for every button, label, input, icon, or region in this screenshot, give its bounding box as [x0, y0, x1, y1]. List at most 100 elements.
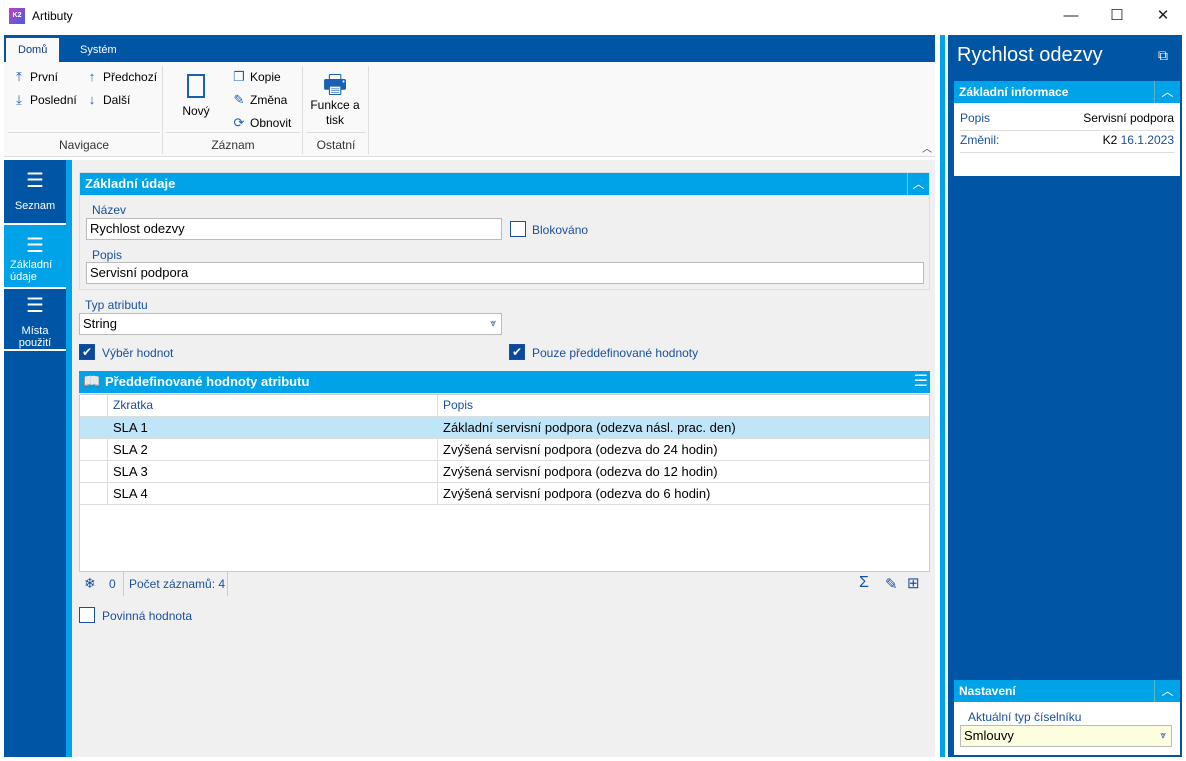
table-row[interactable]: SLA 1 Základní servisní podpora (odezva … — [80, 417, 929, 439]
minimize-button[interactable]: — — [1048, 0, 1094, 32]
grid-header-row: Zkratka Popis — [80, 395, 929, 417]
app-logo: K2 — [9, 8, 25, 24]
new-button[interactable]: Nový — [174, 70, 218, 118]
group-record-label: Záznam — [211, 138, 255, 152]
predefined-values-grid: Zkratka Popis SLA 1 Základní servisní po… — [79, 394, 930, 596]
group-other-label: Ostatní — [316, 138, 356, 152]
required-checkbox[interactable] — [79, 607, 95, 623]
sidebar-item-basic-data[interactable]: ☰ Základní údaje — [4, 225, 66, 289]
grid-footer: ❄ 0 Počet záznamů: 4 Σ ✎ ⊞ — [79, 571, 930, 596]
codelist-select[interactable]: Smlouvy ⩔ — [960, 725, 1172, 747]
table-row[interactable]: SLA 2 Zvýšená servisní podpora (odezva d… — [80, 439, 929, 461]
cell-code: SLA 2 — [108, 439, 438, 460]
value-select-label: Výběr hodnot — [102, 346, 174, 360]
required-label: Povinná hodnota — [102, 609, 193, 623]
add-record-icon[interactable]: ⊞ — [907, 574, 920, 592]
change-button[interactable]: ✎ Změna — [232, 92, 288, 108]
grid-menu-icon[interactable]: ☰ — [914, 371, 928, 393]
dropdown-icon: ⩔ — [490, 318, 496, 329]
ribbon: ⤒ První ⤓ Poslední ↑ Předchozí ↓ Další Navig… — [4, 62, 935, 157]
splitter[interactable] — [935, 35, 948, 757]
title-bar: K2 Artibuty — ☐ ✕ — [0, 0, 1186, 33]
sidebar-item-list[interactable]: ☰ Seznam — [4, 160, 66, 225]
cell-desc: Zvýšená servisní podpora (odezva do 12 h… — [443, 464, 718, 479]
row-selector-header — [80, 395, 108, 416]
info-panel: Rychlost odezvy ⧉ Základní informace ︿ P… — [948, 35, 1182, 757]
refresh-button[interactable]: ⟳ Obnovit — [232, 115, 292, 131]
cell-desc: Zvýšená servisní podpora (odezva do 6 ho… — [443, 486, 711, 501]
arrow-down-icon: ↓ — [88, 92, 96, 107]
table-row[interactable]: SLA 3 Zvýšená servisní podpora (odezva d… — [80, 461, 929, 483]
tab-home[interactable]: Domů — [6, 38, 60, 62]
divider — [162, 66, 163, 154]
cell-desc: Základní servisní podpora (odezva násl. … — [443, 420, 736, 435]
collapse-settings-icon[interactable]: ︿ — [1154, 680, 1180, 702]
collapse-info-icon[interactable]: ︿ — [1154, 81, 1180, 103]
edit-icon[interactable]: ✎ — [885, 575, 898, 593]
sidebar: ☰ Seznam ☰ Základní údaje ☰ Místa použit… — [4, 160, 66, 757]
cell-code: SLA 1 — [108, 417, 438, 438]
basic-info-section: Základní informace ︿ Popis Servisní podp… — [954, 81, 1180, 176]
predefined-only-label: Pouze předdefinované hodnoty — [532, 346, 699, 360]
column-header-code[interactable]: Zkratka — [108, 395, 438, 416]
print-button[interactable]: 🖶 Funkce a tisk — [306, 70, 364, 128]
copy-button[interactable]: ❐ Kopie — [232, 69, 281, 85]
maximize-button[interactable]: ☐ — [1094, 0, 1140, 32]
row-selector[interactable] — [80, 439, 108, 460]
list-icon: ☰ — [26, 235, 44, 257]
arrow-top-icon: ⤒ — [16, 69, 22, 84]
hamburger-icon: ☰ — [26, 295, 44, 317]
changed-row: Změnil: K2 16.1.2023 — [960, 133, 1174, 153]
divider — [302, 66, 303, 154]
value-select-checkbox[interactable]: ✔ — [79, 344, 95, 360]
row-selector[interactable] — [80, 483, 108, 504]
name-input[interactable]: Rychlost odezvy — [86, 218, 502, 240]
group-navigation-label: Navigace — [58, 138, 110, 152]
column-header-desc[interactable]: Popis — [438, 395, 929, 416]
tab-system[interactable]: Systém — [68, 38, 129, 62]
snowflake-icon[interactable]: ❄ — [84, 575, 96, 592]
pencil-icon: ✎ — [233, 92, 245, 107]
table-row[interactable]: SLA 4 Zvýšená servisní podpora (odezva d… — [80, 483, 929, 505]
blocked-checkbox[interactable] — [510, 221, 526, 237]
first-button[interactable]: ⤒ První — [12, 69, 58, 85]
collapse-section-icon[interactable]: ︿ — [907, 173, 929, 195]
section-header: Základní informace — [954, 81, 1180, 103]
divider — [8, 132, 160, 133]
desc-input[interactable]: Servisní podpora — [86, 262, 924, 284]
main-form: Základní údaje ︿ Název Rychlost odezvy B… — [72, 160, 935, 757]
open-external-icon[interactable]: ⧉ — [1158, 47, 1168, 64]
section-header: Základní údaje — [80, 173, 929, 195]
basic-data-section: Základní údaje ︿ Název Rychlost odezvy B… — [79, 172, 930, 290]
row-selector[interactable] — [80, 461, 108, 482]
sidebar-item-usage[interactable]: ☰ Místa použití — [4, 289, 66, 351]
selected-count: 0 — [109, 577, 116, 591]
next-button[interactable]: ↓ Další — [85, 92, 131, 107]
last-button[interactable]: ⤓ Poslední — [12, 92, 77, 108]
copy-icon: ❐ — [233, 69, 245, 84]
divider — [306, 132, 366, 133]
desc-label: Popis — [92, 248, 123, 262]
cell-desc: Zvýšená servisní podpora (odezva do 24 h… — [443, 442, 718, 457]
predefined-only-checkbox[interactable]: ✔ — [509, 344, 525, 360]
divider — [368, 66, 369, 154]
hamburger-icon: ☰ — [26, 170, 44, 192]
window-title: Artibuty — [32, 9, 73, 23]
blocked-label: Blokováno — [532, 223, 589, 237]
arrow-up-icon: ↑ — [88, 69, 96, 84]
book-icon: 📖 — [83, 373, 101, 389]
previous-button[interactable]: ↑ Předchozí — [85, 69, 157, 84]
desc-row: Popis Servisní podpora — [960, 111, 1174, 131]
close-button[interactable]: ✕ — [1140, 0, 1186, 32]
grid-header: Předdefinované hodnoty atributu 📖 ☰ — [79, 371, 930, 393]
dropdown-icon: ⩔ — [1160, 730, 1166, 741]
printer-icon: 🖶 — [322, 69, 348, 99]
name-label: Název — [92, 203, 127, 217]
collapse-ribbon-icon[interactable]: ︿ — [922, 140, 932, 155]
cell-code: SLA 4 — [108, 483, 438, 504]
record-count: Počet záznamů: 4 — [129, 577, 226, 591]
panel-title: Rychlost odezvy — [957, 44, 1103, 66]
type-select[interactable]: String ⩔ — [79, 313, 502, 335]
row-selector[interactable] — [80, 417, 108, 438]
sum-icon[interactable]: Σ — [859, 574, 869, 592]
